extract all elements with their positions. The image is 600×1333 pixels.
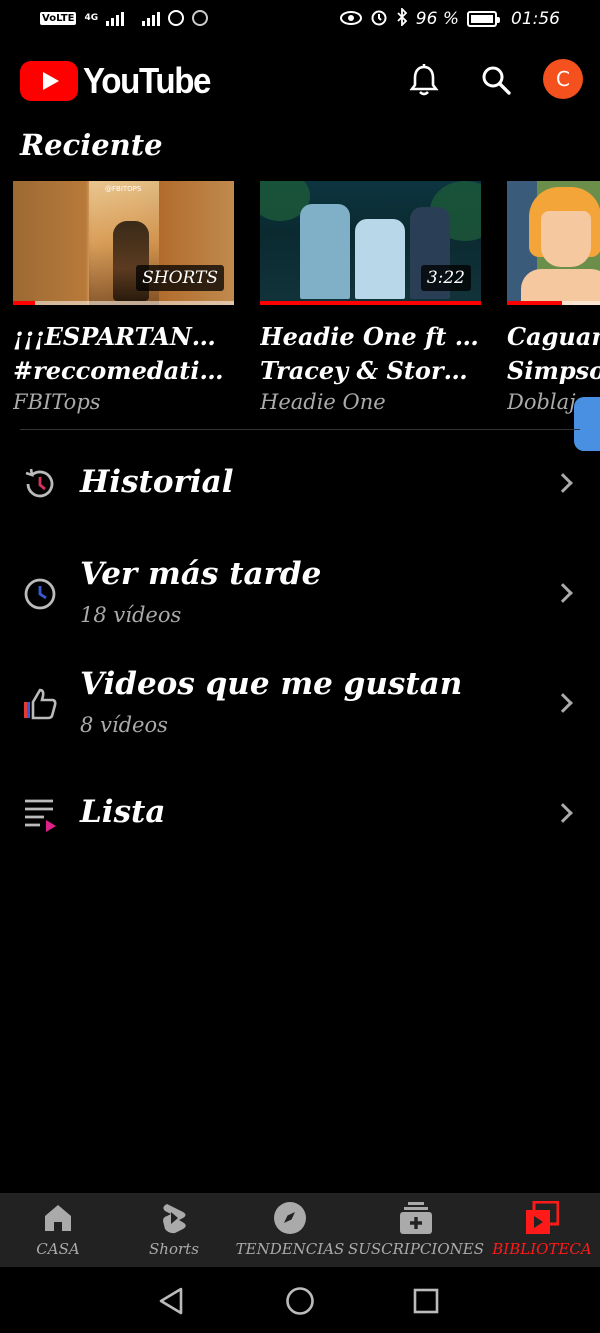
back-icon[interactable] xyxy=(155,1285,187,1317)
nav-item-subscriptions[interactable]: SUSCRIPCIONES xyxy=(348,1193,484,1267)
nav-item-home[interactable]: CASA xyxy=(0,1193,116,1267)
battery-percent: 96 % xyxy=(415,9,459,29)
thumbnail-person xyxy=(300,204,350,299)
chevron-right-icon xyxy=(553,473,573,493)
home-icon xyxy=(41,1201,75,1235)
explore-icon xyxy=(273,1201,307,1235)
video-card[interactable]: Caguam Simpson Doblaje xyxy=(507,181,600,414)
menu-item-playlist[interactable]: Lista xyxy=(0,764,600,864)
system-navigation-bar xyxy=(0,1267,600,1333)
library-icon xyxy=(525,1201,559,1235)
eye-icon xyxy=(339,10,362,29)
chevron-right-icon xyxy=(553,583,573,603)
divider xyxy=(20,429,580,430)
signal-icon xyxy=(106,10,125,26)
watch-progress-bar xyxy=(13,301,234,305)
status-bar-left: VoLTE 4G xyxy=(40,10,209,26)
messenger-icon xyxy=(168,10,185,26)
subscriptions-icon xyxy=(399,1201,433,1235)
video-title-line1: Caguam xyxy=(507,322,600,351)
nav-item-library[interactable]: BIBLIOTECA xyxy=(484,1193,600,1267)
video-card[interactable]: @FBITOPS SHORTS ¡¡¡ESPARTANOS!!! #reccom… xyxy=(13,181,234,414)
video-thumbnail[interactable]: 3:22 xyxy=(260,181,481,305)
youtube-logo[interactable]: YouTube xyxy=(20,60,221,102)
video-title-line2: Tracey & Stormz... xyxy=(260,356,481,385)
home-button-icon[interactable] xyxy=(284,1285,316,1317)
nav-label: BIBLIOTECA xyxy=(492,1240,592,1258)
video-title-line1: ¡¡¡ESPARTANOS!!! xyxy=(13,322,234,351)
youtube-play-icon xyxy=(20,61,78,101)
menu-item-watch-later[interactable]: Ver más tarde 18 vídeos xyxy=(0,544,600,644)
thumbnail-character-body xyxy=(521,269,600,305)
menu-item-title: Historial xyxy=(80,464,234,500)
volte-indicator: VoLTE xyxy=(40,11,77,25)
menu-item-history[interactable]: Historial xyxy=(0,434,600,534)
nav-label: Shorts xyxy=(149,1240,199,1258)
video-card[interactable]: 3:22 Headie One ft AJ Tracey & Stormz...… xyxy=(260,181,481,414)
status-bar-right: 96 % 01:56 xyxy=(339,6,560,30)
watch-progress-bar xyxy=(260,301,481,305)
menu-item-subtitle: 8 vídeos xyxy=(80,713,168,737)
chevron-right-icon xyxy=(553,803,573,823)
menu-item-title: Lista xyxy=(80,794,166,830)
video-title-line2: Simpson xyxy=(507,356,600,385)
network-type: 4G xyxy=(84,13,99,23)
search-icon[interactable] xyxy=(474,58,518,102)
thumbnail-person xyxy=(355,219,405,299)
app-bar: YouTube C xyxy=(0,52,600,108)
history-icon xyxy=(20,464,60,504)
video-title-line1: Headie One ft AJ xyxy=(260,322,481,351)
section-title-recent: Reciente xyxy=(20,128,163,162)
clock-icon xyxy=(20,574,60,614)
thumbnail-watermark: @FBITOPS xyxy=(105,185,142,193)
clock-time: 01:56 xyxy=(511,9,560,29)
status-bar: VoLTE 4G 96 % 01:56 xyxy=(0,0,600,42)
recent-videos-carousel[interactable]: @FBITOPS SHORTS ¡¡¡ESPARTANOS!!! #reccom… xyxy=(13,181,600,421)
nav-item-shorts[interactable]: Shorts xyxy=(116,1193,232,1267)
video-title-line2: #reccomedation ... xyxy=(13,356,234,385)
chevron-right-icon xyxy=(553,693,573,713)
video-channel: Headie One xyxy=(260,390,386,414)
shorts-badge: SHORTS xyxy=(136,265,224,291)
duration-badge: 3:22 xyxy=(420,265,471,291)
bottom-navigation: CASA Shorts TENDENCIAS SUSCRIPCIONES BIB… xyxy=(0,1193,600,1267)
signal-2-icon xyxy=(142,10,161,26)
nav-item-trending[interactable]: TENDENCIAS xyxy=(232,1193,348,1267)
thumbs-up-icon xyxy=(20,684,60,724)
watch-progress-bar xyxy=(507,301,600,305)
bell-icon[interactable] xyxy=(402,58,446,102)
shorts-icon xyxy=(157,1201,191,1235)
alarm-icon xyxy=(370,8,388,30)
nav-label: TENDENCIAS xyxy=(235,1240,345,1258)
video-channel: FBITops xyxy=(13,390,101,414)
battery-icon xyxy=(467,11,500,27)
playlist-icon xyxy=(20,794,60,834)
thumbnail-character-face xyxy=(541,211,591,267)
nav-label: CASA xyxy=(36,1240,80,1258)
bluetooth-icon xyxy=(396,6,408,30)
avatar[interactable]: C xyxy=(543,59,583,99)
youtube-wordmark: YouTube xyxy=(83,60,211,101)
menu-item-liked-videos[interactable]: Videos que me gustan 8 vídeos xyxy=(0,654,600,754)
nav-label: SUSCRIPCIONES xyxy=(347,1240,484,1258)
menu-item-title: Ver más tarde xyxy=(80,556,322,592)
video-thumbnail[interactable] xyxy=(507,181,600,305)
sync-icon xyxy=(192,10,209,26)
menu-item-subtitle: 18 vídeos xyxy=(80,603,182,627)
video-thumbnail[interactable]: @FBITOPS SHORTS xyxy=(13,181,234,305)
menu-item-title: Videos que me gustan xyxy=(80,666,463,702)
recents-icon[interactable] xyxy=(410,1285,442,1317)
